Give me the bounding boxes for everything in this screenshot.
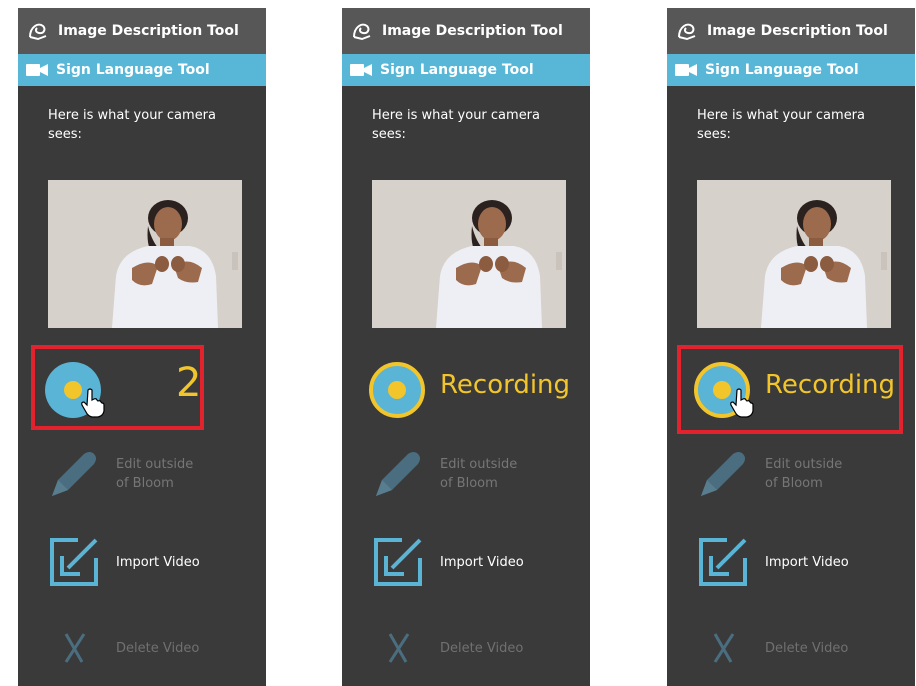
import-video-button[interactable]: Import Video: [697, 536, 907, 588]
camera-preview-image: [48, 180, 242, 328]
edit-outside-bloom-label: Edit outside of Bloom: [116, 457, 194, 491]
import-video-label: Import Video: [116, 554, 200, 570]
import-icon: [50, 538, 98, 586]
video-camera-icon: [350, 64, 372, 76]
sign-language-tool-title: Sign Language Tool: [380, 62, 534, 78]
sign-language-tool-header[interactable]: Sign Language Tool: [18, 54, 266, 86]
camera-preview: [48, 180, 242, 328]
import-video-label: Import Video: [440, 554, 524, 570]
sign-language-tool-header[interactable]: Sign Language Tool: [342, 54, 590, 86]
pencil-icon: [376, 452, 420, 496]
image-description-tool-header[interactable]: Image Description Tool: [342, 8, 590, 54]
edit-outside-bloom-button[interactable]: Edit outside of Bloom: [48, 448, 258, 500]
record-button-area[interactable]: Recording: [367, 348, 571, 428]
image-description-icon: [678, 23, 696, 41]
record-button-highlight: [677, 345, 903, 434]
sign-language-tool-title: Sign Language Tool: [56, 62, 210, 78]
delete-video-label: Delete Video: [440, 640, 524, 656]
delete-x-icon: [713, 633, 735, 663]
image-description-tool-header[interactable]: Image Description Tool: [18, 8, 266, 54]
record-button-highlight: [31, 345, 204, 430]
recording-label: Recording: [440, 370, 571, 400]
camera-preview-image: [697, 180, 891, 328]
sign-language-panel-3: Image Description Tool Sign Language Too…: [667, 8, 915, 686]
image-description-tool-title: Image Description Tool: [58, 23, 239, 39]
edit-outside-bloom-button[interactable]: Edit outside of Bloom: [697, 448, 907, 500]
camera-preview: [372, 180, 566, 328]
image-description-tool-header[interactable]: Image Description Tool: [667, 8, 915, 54]
video-camera-icon: [675, 64, 697, 76]
recording-button-icon[interactable]: [367, 360, 427, 420]
sign-language-panel-2: Image Description Tool Sign Language Too…: [342, 8, 590, 686]
image-description-tool-title: Image Description Tool: [382, 23, 563, 39]
camera-intro-text: Here is what your camera sees:: [48, 108, 216, 142]
edit-outside-bloom-button[interactable]: Edit outside of Bloom: [372, 448, 582, 500]
sign-language-tool-header[interactable]: Sign Language Tool: [667, 54, 915, 86]
import-video-button[interactable]: Import Video: [48, 536, 258, 588]
image-description-icon: [29, 23, 47, 41]
image-description-icon: [353, 23, 371, 41]
delete-x-icon: [64, 633, 86, 663]
image-description-tool-title: Image Description Tool: [707, 23, 888, 39]
camera-preview-image: [372, 180, 566, 328]
pencil-icon: [52, 452, 96, 496]
import-video-label: Import Video: [765, 554, 849, 570]
video-camera-icon: [26, 64, 48, 76]
delete-video-label: Delete Video: [116, 640, 200, 656]
delete-video-button[interactable]: Delete Video: [372, 630, 582, 666]
pencil-icon: [701, 452, 745, 496]
camera-intro-text: Here is what your camera sees:: [372, 108, 540, 142]
camera-preview: [697, 180, 891, 328]
delete-video-button[interactable]: Delete Video: [48, 630, 258, 666]
import-icon: [699, 538, 747, 586]
delete-x-icon: [388, 633, 410, 663]
camera-intro-text: Here is what your camera sees:: [697, 108, 865, 142]
delete-video-label: Delete Video: [765, 640, 849, 656]
sign-language-panel-1: Image Description Tool Sign Language Too…: [18, 8, 266, 686]
sign-language-tool-title: Sign Language Tool: [705, 62, 859, 78]
delete-video-button[interactable]: Delete Video: [697, 630, 907, 666]
edit-outside-bloom-label: Edit outside of Bloom: [440, 457, 518, 491]
import-icon: [374, 538, 422, 586]
import-video-button[interactable]: Import Video: [372, 536, 582, 588]
edit-outside-bloom-label: Edit outside of Bloom: [765, 457, 843, 491]
